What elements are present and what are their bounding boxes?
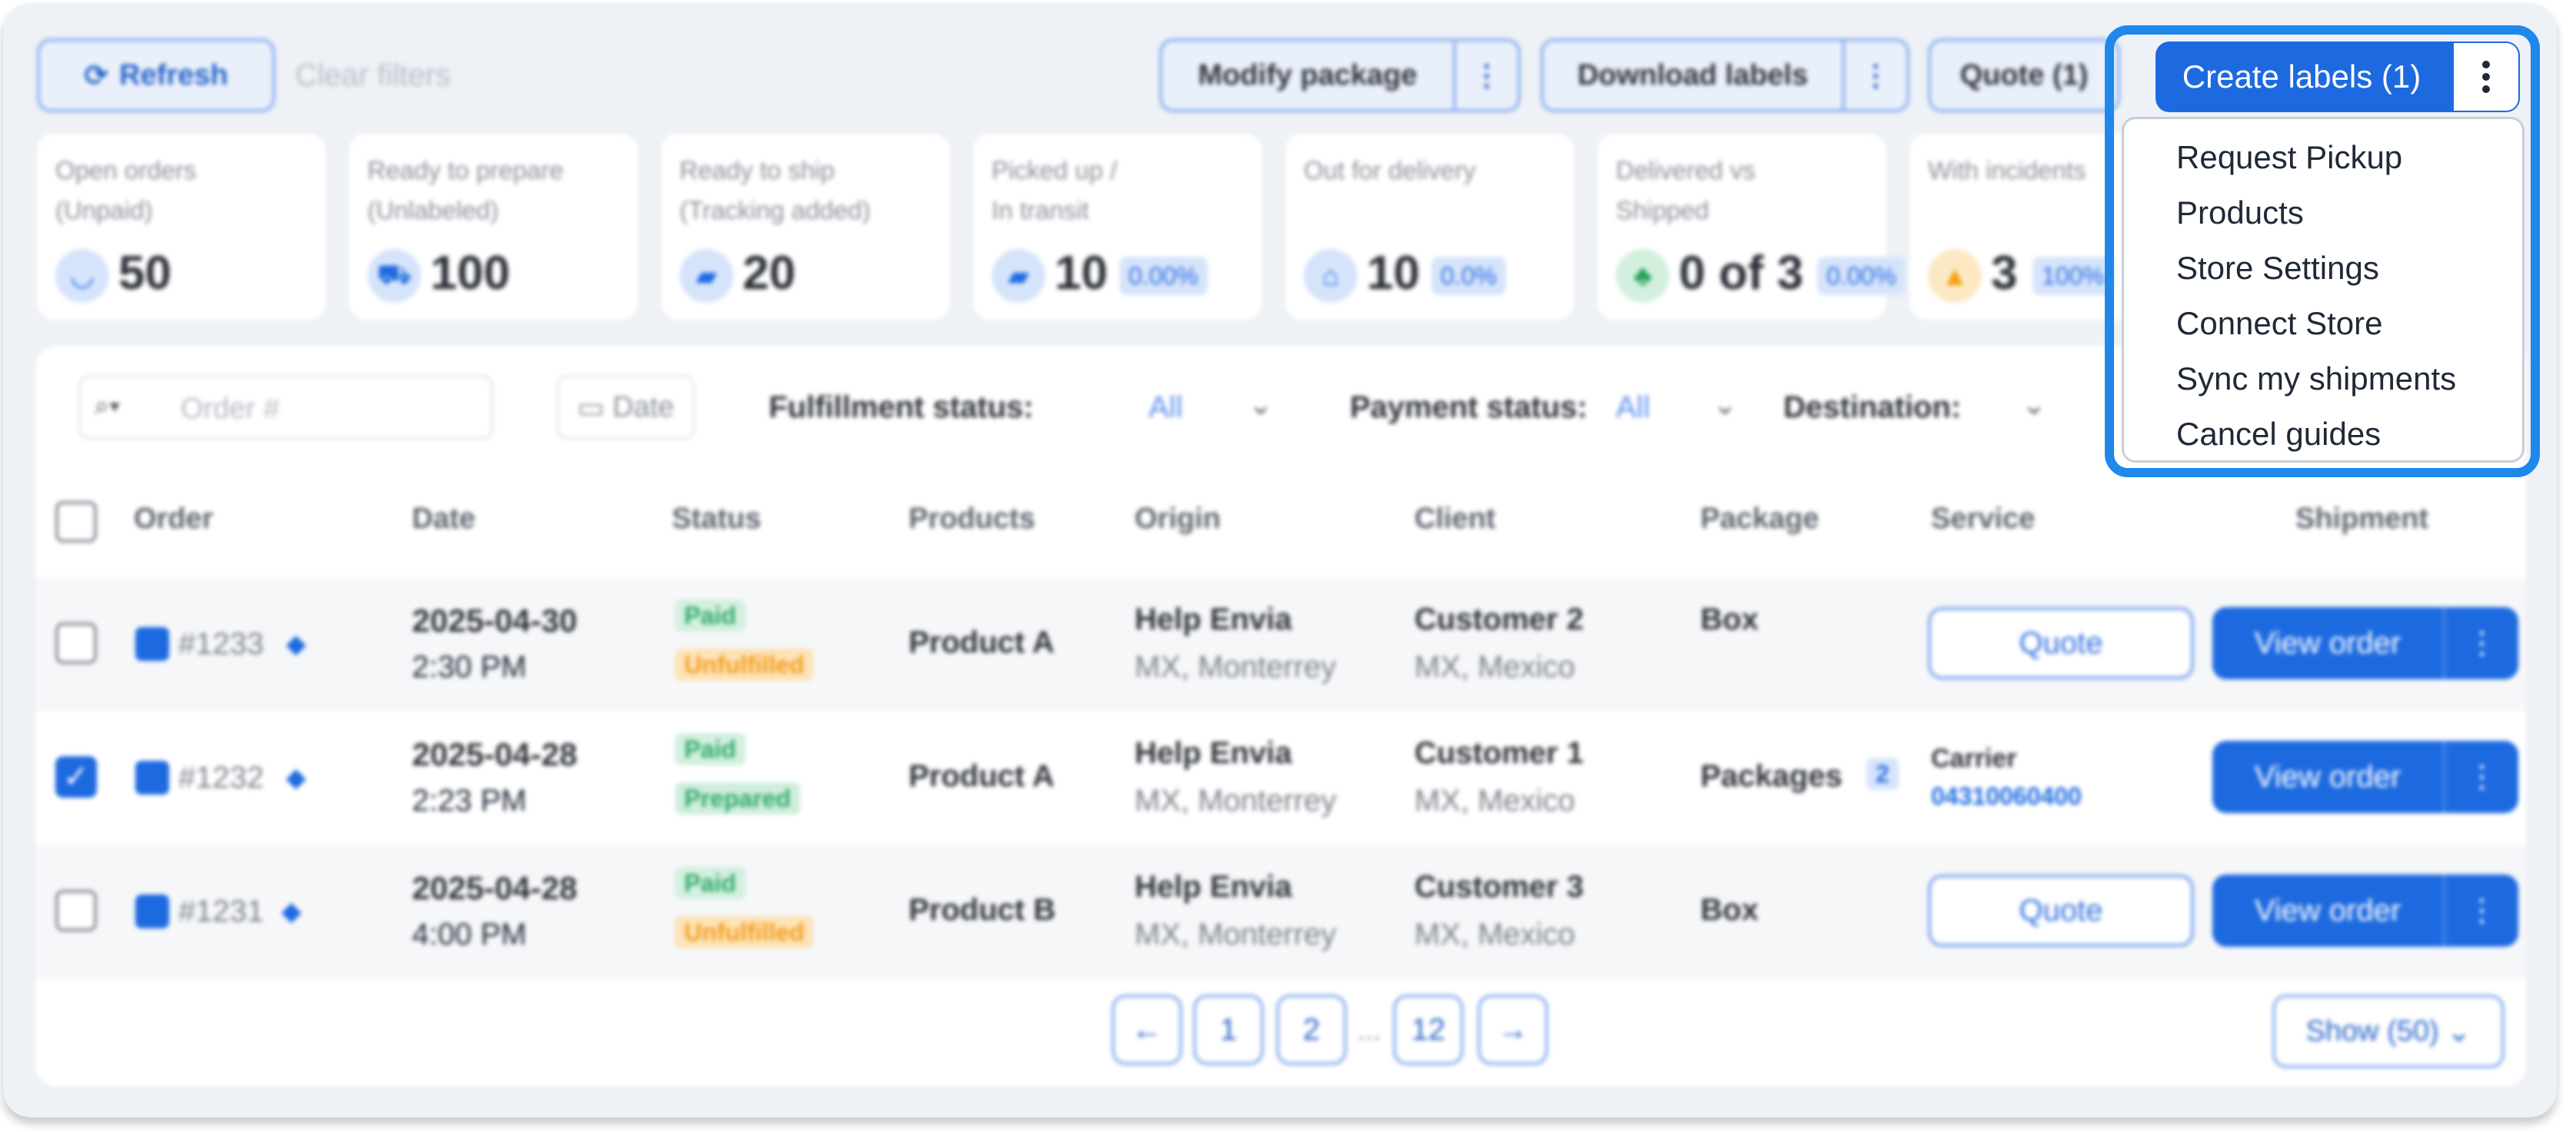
basket-icon: ◡ xyxy=(55,249,109,303)
tracking-link[interactable]: 04310060400 xyxy=(1931,782,2082,811)
last-page-button[interactable]: 12 xyxy=(1393,994,1464,1065)
menu-item-request-pickup[interactable]: Request Pickup xyxy=(2124,130,2522,185)
payment-status-select[interactable]: All xyxy=(1616,390,1650,425)
menu-item-products[interactable]: Products xyxy=(2124,185,2522,241)
cart-icon: ⛟ xyxy=(367,249,421,303)
more-vertical-icon[interactable] xyxy=(2454,43,2518,111)
view-order-button[interactable]: View order ⋮ xyxy=(2212,607,2518,679)
comment-icon[interactable]: ◆ xyxy=(281,896,301,927)
order-search-input[interactable]: Order # xyxy=(181,393,280,426)
status-badge: Unfulfilled xyxy=(675,649,814,681)
order-number-link[interactable]: #1231 xyxy=(178,895,264,929)
table-row xyxy=(35,712,2526,845)
view-order-button[interactable]: View order ⋮ xyxy=(2212,741,2518,813)
clear-filters-link[interactable]: Clear filters xyxy=(295,58,450,93)
stat-card-ready-to-prepare: Ready to prepare (Unlabeled) ⛟ 100 xyxy=(349,134,638,320)
chevron-down-icon[interactable]: ⌄ xyxy=(2022,387,2046,422)
create-labels-menu: Request Pickup Products Store Settings C… xyxy=(2122,117,2524,463)
more-vertical-icon[interactable]: ⋮ xyxy=(2443,875,2518,947)
store-icon xyxy=(135,761,169,795)
chevron-down-icon[interactable]: ⌄ xyxy=(1248,387,1273,422)
page-1-button[interactable]: 1 xyxy=(1193,994,1264,1065)
more-vertical-icon[interactable]: ⋮ xyxy=(1453,41,1517,109)
row-checkbox[interactable] xyxy=(55,890,97,931)
status-badge: Paid xyxy=(675,599,746,632)
quote-button[interactable]: Quote (1) xyxy=(1928,38,2120,112)
search-icon: ⌕▾ xyxy=(95,391,121,420)
comment-icon[interactable]: ◆ xyxy=(286,629,306,659)
menu-item-store-settings[interactable]: Store Settings xyxy=(2124,241,2522,296)
row-checkbox[interactable] xyxy=(55,622,97,664)
more-vertical-icon[interactable]: ⋮ xyxy=(2443,741,2518,813)
quote-row-button[interactable]: Quote xyxy=(1928,875,2194,947)
create-labels-button[interactable]: Create labels (1) xyxy=(2156,41,2520,112)
stat-card-out-for-delivery: Out for delivery ⌂ 10 0.0% xyxy=(1285,134,1574,320)
status-badge: Paid xyxy=(675,733,746,765)
warning-icon: ▲ xyxy=(1928,249,1982,303)
date-filter[interactable]: ▭ Date xyxy=(557,375,695,440)
truck-moving-icon: ▰ xyxy=(992,249,1045,303)
comment-icon[interactable]: ◆ xyxy=(286,762,306,793)
store-icon xyxy=(135,895,169,928)
more-vertical-icon[interactable]: ⋮ xyxy=(1842,41,1906,109)
app-frame: ⟳ Refresh Clear filters Modify package ⋮ … xyxy=(3,3,2557,1117)
chevron-down-icon[interactable]: ⌄ xyxy=(1713,387,1737,422)
stat-card-in-transit: Picked up / In transit ▰ 10 0.00% xyxy=(973,134,1262,320)
status-badge: Prepared xyxy=(675,782,800,815)
calendar-icon: ▭ xyxy=(577,391,605,424)
select-all-checkbox[interactable] xyxy=(55,501,97,543)
menu-item-connect-store[interactable]: Connect Store xyxy=(2124,296,2522,351)
page-2-button[interactable]: 2 xyxy=(1276,994,1347,1065)
store-icon xyxy=(135,627,169,661)
order-number-link[interactable]: #1233 xyxy=(178,627,264,662)
chevron-down-icon: ⌄ xyxy=(2446,1015,2471,1048)
truck-icon: ▰ xyxy=(680,249,733,303)
view-order-button[interactable]: View order ⋮ xyxy=(2212,875,2518,947)
status-badge: Paid xyxy=(675,867,746,899)
menu-item-cancel-guides[interactable]: Cancel guides xyxy=(2124,407,2522,462)
quote-row-button[interactable]: Quote xyxy=(1928,607,2194,679)
fulfillment-status-select[interactable]: All xyxy=(1148,390,1182,425)
refresh-button[interactable]: ⟳ Refresh xyxy=(37,38,275,112)
package-count-badge: 2 xyxy=(1866,758,1899,790)
prev-page-button[interactable]: ← xyxy=(1112,994,1182,1065)
boxes-icon: ♣ xyxy=(1616,249,1670,303)
refresh-icon: ⟳ xyxy=(84,59,109,92)
next-page-button[interactable]: → xyxy=(1477,994,1548,1065)
stat-card-open-orders: Open orders (Unpaid) ◡ 50 xyxy=(37,134,326,320)
status-badge: Unfulfilled xyxy=(675,916,814,948)
download-labels-button[interactable]: Download labels ⋮ xyxy=(1541,38,1910,112)
stat-card-ready-to-ship: Ready to ship (Tracking added) ▰ 20 xyxy=(661,134,950,320)
home-icon: ⌂ xyxy=(1304,249,1358,303)
order-number-link[interactable]: #1232 xyxy=(178,761,264,795)
stat-card-delivered: Delivered vs Shipped ♣ 0 of 3 0.00% xyxy=(1597,134,1906,320)
menu-item-sync-shipments[interactable]: Sync my shipments xyxy=(2124,351,2522,407)
order-search-box[interactable]: ⌕▾ Order # xyxy=(78,375,494,440)
more-vertical-icon[interactable]: ⋮ xyxy=(2443,607,2518,679)
page-size-select[interactable]: Show (50) ⌄ xyxy=(2272,994,2505,1068)
modify-package-button[interactable]: Modify package ⋮ xyxy=(1159,38,1521,112)
row-checkbox-checked[interactable]: ✓ xyxy=(55,756,97,798)
